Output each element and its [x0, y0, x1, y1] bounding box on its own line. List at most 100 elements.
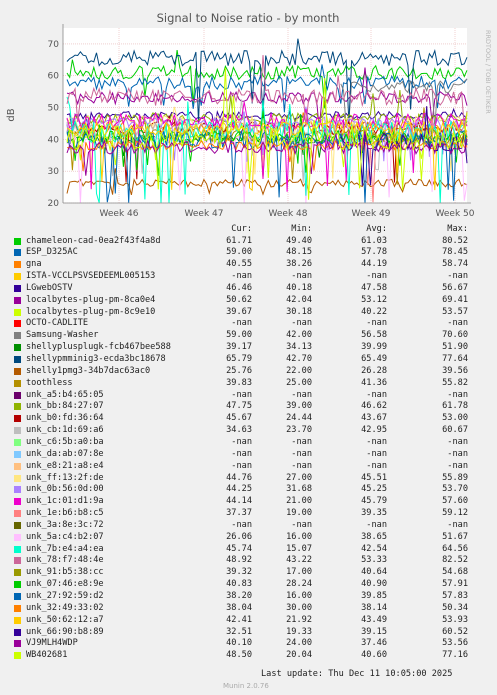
legend-cur-value: 44.25: [226, 484, 252, 495]
legend-cur-value: -nan: [231, 318, 252, 329]
legend-min-value: 24.44: [286, 413, 312, 424]
legend-cur-value: 45.74: [226, 543, 252, 554]
watermark: RRDTOOL / TOBI OETIKER: [484, 30, 492, 114]
legend-series-name: localbytes-plug-pm-8ca0e4: [26, 294, 156, 305]
legend-min-value: -nan: [291, 460, 312, 471]
legend-min-value: 48.15: [286, 247, 312, 258]
legend-row: unk_7b:e4:a4:ea 45.74 15.07 42.54 64.56: [0, 544, 497, 556]
legend-swatch: [14, 249, 21, 257]
legend-row: unk_ff:13:2f:de 44.76 27.00 45.51 55.89: [0, 473, 497, 485]
legend-swatch: [14, 308, 21, 316]
legend-cur-value: 65.79: [226, 354, 252, 364]
legend-row: unk_bb:84:27:07 47.75 39.00 46.62 61.78: [0, 401, 497, 413]
legend-series-name: unk_78:f7:48:4e: [26, 555, 104, 566]
legend-series-name: Samsung-Washer: [26, 330, 99, 341]
legend-max-value: 53.00: [442, 413, 468, 424]
legend-series-name: unk_07:46:e8:9e: [26, 579, 104, 590]
legend-series-name: unk_66:90:b8:89: [26, 626, 104, 637]
legend-series-name: unk_27:92:59:d2: [26, 591, 104, 601]
legend-min-value: 28.24: [286, 579, 312, 590]
legend-min-value: 21.00: [286, 496, 312, 507]
legend-min-value: 42.04: [286, 294, 312, 305]
legend-min-value: 24.00: [286, 638, 312, 649]
legend-avg-value: -nan: [366, 389, 387, 400]
legend-min-value: 39.00: [286, 401, 312, 412]
legend-row: unk_da:ab:07:8e -nan -nan -nan -nan: [0, 449, 497, 461]
legend-swatch: [14, 320, 21, 328]
legend-row: unk_27:92:59:d2 38.20 16.00 39.85 57.83: [0, 591, 497, 603]
legend-max-value: 59.12: [442, 508, 468, 519]
legend-row: WB402681 48.50 20.04 40.60 77.16: [0, 650, 497, 662]
legend-cur-value: -nan: [231, 519, 252, 530]
legend-min-value: 30.18: [286, 306, 312, 317]
legend-cur-value: -nan: [231, 389, 252, 400]
legend-max-value: -nan: [447, 271, 468, 282]
legend-swatch: [14, 604, 21, 612]
legend-row: unk_0b:56:0d:00 44.25 31.68 45.25 53.70: [0, 484, 497, 496]
legend-avg-value: 39.99: [361, 342, 387, 353]
x-tick-label: Week 50: [436, 209, 475, 219]
legend-swatch: [14, 284, 21, 292]
y-tick-label: 50: [48, 104, 60, 114]
legend-row: unk_66:90:b8:89 32.51 19.33 39.15 60.52: [0, 627, 497, 639]
legend-max-value: 50.34: [442, 602, 468, 613]
legend-row: unk_91:b5:38:cc 39.32 17.00 40.64 54.68: [0, 567, 497, 579]
legend-row: unk_cb:1d:69:a6 34.63 23.70 42.95 60.67: [0, 425, 497, 437]
legend-max-value: 60.67: [442, 425, 468, 436]
legend-swatch: [14, 379, 21, 387]
legend-series-name: unk_50:62:12:a7: [26, 614, 104, 625]
legend-series-name: unk_3a:8e:3c:72: [26, 519, 104, 530]
legend-min-value: 42.00: [286, 330, 312, 341]
legend-series-name: shellypmminig3-ecda3bc18678: [26, 354, 166, 364]
legend-max-value: 53.93: [442, 614, 468, 625]
legend-row: LGwebOSTV 46.46 40.18 47.58 56.67: [0, 283, 497, 295]
legend-max-value: 77.16: [442, 650, 468, 661]
legend-row: unk_78:f7:48:4e 48.92 43.22 53.33 82.52: [0, 555, 497, 567]
x-tick-label: Week 47: [185, 209, 224, 219]
legend-cur-value: 59.00: [226, 247, 252, 258]
legend-min-value: 17.00: [286, 567, 312, 578]
legend-cur-value: 26.06: [226, 531, 252, 542]
legend-series-name: unk_32:49:33:02: [26, 602, 104, 613]
legend-cur-value: 46.46: [226, 282, 252, 293]
legend-cur-value: 39.17: [226, 342, 252, 353]
legend-max-value: -nan: [447, 448, 468, 459]
legend-max-value: 78.45: [442, 247, 468, 258]
legend-row: ISTA-VCCLPSVSEDEEML005153 -nan -nan -nan -na…: [0, 271, 497, 283]
legend-swatch: [14, 462, 21, 470]
legend-swatch: [14, 628, 21, 636]
legend-min-value: 43.22: [286, 555, 312, 566]
legend-avg-value: 45.25: [361, 484, 387, 495]
legend-min-value: 49.40: [286, 235, 312, 246]
legend-max-value: 61.78: [442, 401, 468, 412]
legend-cur-value: 34.63: [226, 425, 252, 436]
y-tick-label: 40: [48, 135, 60, 145]
legend-avg-value: 53.33: [361, 555, 387, 566]
legend-avg-value: 53.12: [361, 294, 387, 305]
legend-row: unk_1c:01:d1:9a 44.14 21.00 45.79 57.60: [0, 496, 497, 508]
legend-row: unk_b0:fd:36:64 45.67 24.44 43.67 53.00: [0, 413, 497, 425]
legend-swatch: [14, 261, 21, 269]
legend-swatch: [14, 356, 21, 363]
legend-avg-value: 65.49: [361, 354, 387, 364]
y-tick-label: 20: [48, 199, 60, 209]
legend-swatch: [14, 652, 21, 660]
legend-avg-value: -nan: [366, 436, 387, 447]
munin-version: Munin 2.0.76: [223, 682, 269, 690]
legend-series-name: unk_a5:b4:65:05: [26, 389, 104, 400]
legend-avg-value: 40.90: [361, 579, 387, 590]
legend-avg-value: 26.28: [361, 365, 387, 376]
legend-max-value: 56.67: [442, 282, 468, 293]
legend-row: unk_32:49:33:02 38.04 30.00 38.14 50.34: [0, 603, 497, 615]
legend-avg-value: 39.85: [361, 591, 387, 601]
legend-cur-value: 40.55: [226, 259, 252, 270]
legend-min-value: 19.00: [286, 508, 312, 519]
legend-avg-value: 47.58: [361, 282, 387, 293]
legend-cur-value: -nan: [231, 460, 252, 471]
legend-avg-value: 45.79: [361, 496, 387, 507]
legend-swatch: [14, 296, 21, 304]
legend-swatch: [14, 545, 21, 553]
legend-max-value: 77.64: [442, 354, 468, 364]
legend-series-name: VJ9MLH4WDP: [26, 638, 78, 649]
legend-cur-value: 38.04: [226, 602, 252, 613]
